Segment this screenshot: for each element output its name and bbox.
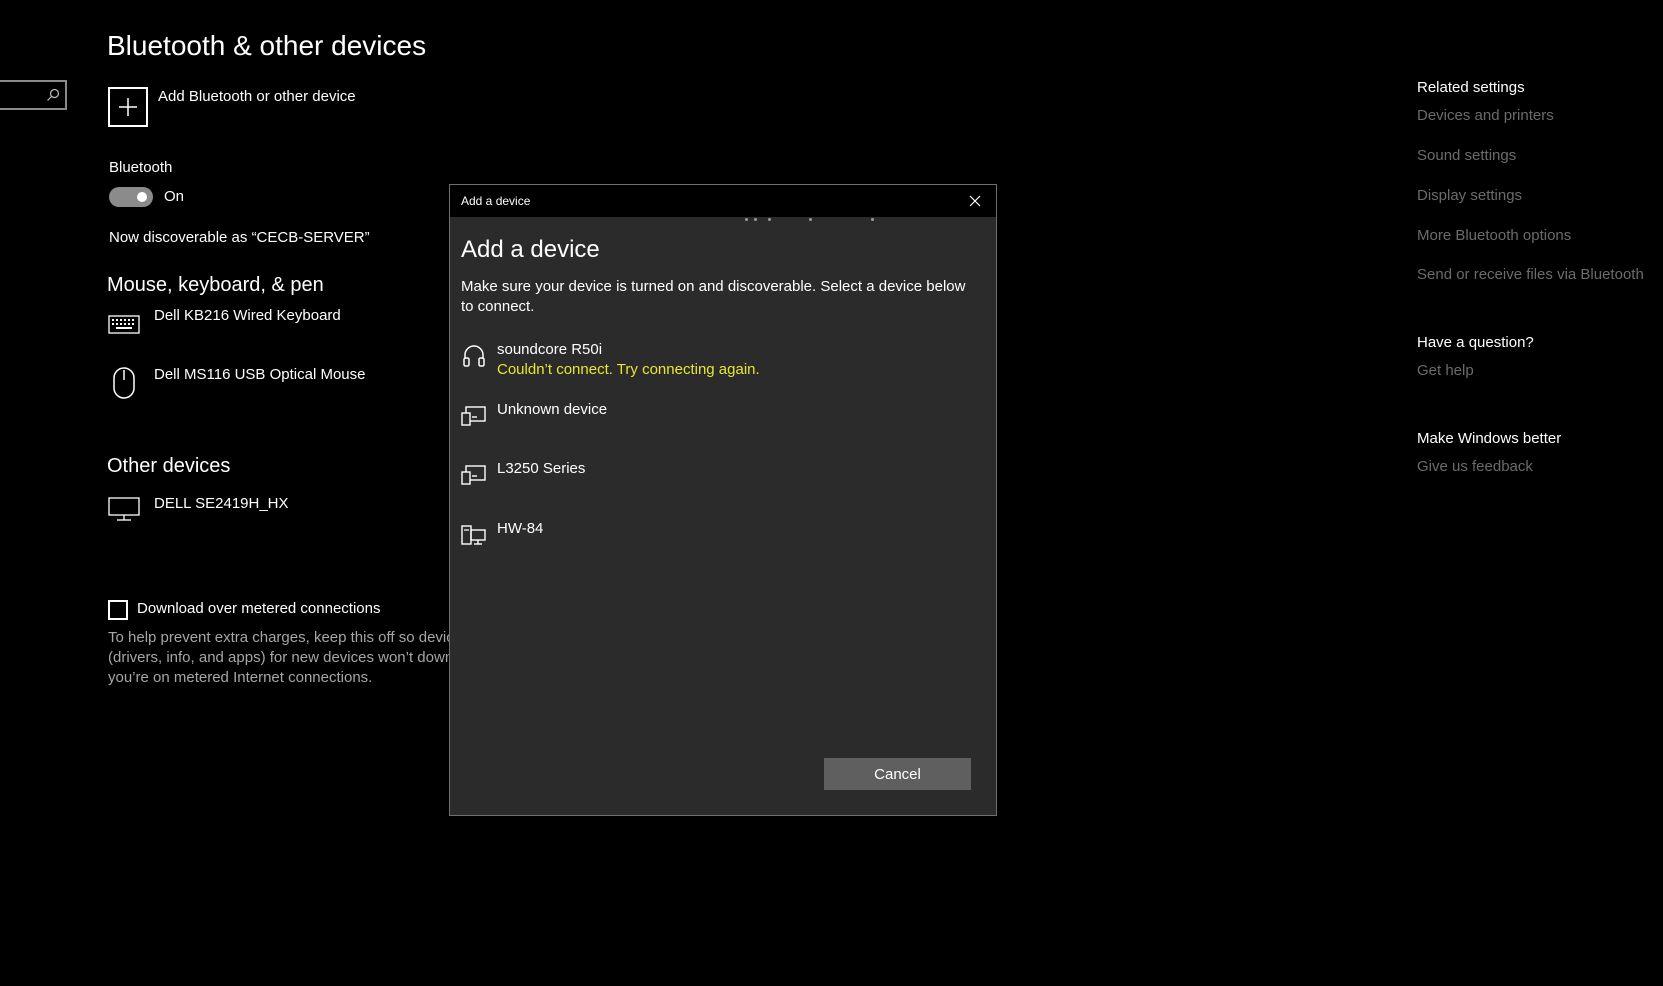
device-mouse[interactable]: Dell MS116 USB Optical Mouse (154, 366, 365, 383)
device-keyboard[interactable]: Dell KB216 Wired Keyboard (154, 307, 341, 324)
device-status: Couldn’t connect. Try connecting again. (497, 361, 760, 378)
link-sound-settings[interactable]: Sound settings (1417, 147, 1516, 164)
dialog-titlebar[interactable]: Add a device (450, 185, 996, 217)
better-title: Make Windows better (1417, 430, 1562, 447)
device-list-item[interactable]: soundcore R50i Couldn’t connect. Try con… (461, 341, 981, 381)
device-name: Unknown device (497, 401, 608, 418)
help-line: To help prevent extra charges, keep this… (108, 629, 453, 646)
link-display-settings[interactable]: Display settings (1417, 187, 1522, 204)
device-name: L3250 Series (497, 460, 586, 477)
question-title: Have a question? (1417, 334, 1534, 351)
network-device-icon (461, 525, 486, 545)
link-give-feedback[interactable]: Give us feedback (1417, 458, 1533, 475)
related-settings-title: Related settings (1417, 79, 1525, 96)
toggle-knob (137, 192, 147, 202)
bluetooth-label: Bluetooth (109, 159, 173, 176)
help-line: you’re on metered Internet connections. (108, 669, 373, 686)
dialog-description: Make sure your device is turned on and d… (461, 278, 966, 315)
device-list-item[interactable]: Unknown device (461, 401, 981, 441)
metered-help-text: To help prevent extra charges, keep this… (108, 628, 453, 688)
metered-checkbox[interactable] (108, 600, 128, 620)
search-box[interactable] (0, 80, 67, 110)
device-name: HW-84 (497, 520, 544, 537)
device-name: soundcore R50i (497, 341, 603, 358)
link-get-help[interactable]: Get help (1417, 362, 1474, 379)
discoverable-text: Now discoverable as “CECB-SERVER” (109, 229, 370, 246)
dialog-window-title: Add a device (461, 194, 531, 208)
link-send-receive-files[interactable]: Send or receive files via Bluetooth (1417, 266, 1644, 283)
device-monitor[interactable]: DELL SE2419H_HX (154, 495, 289, 512)
bluetooth-toggle[interactable] (109, 187, 153, 207)
settings-page: Bluetooth & other devices Add Bluetooth … (0, 0, 1663, 986)
mouse-icon (112, 366, 136, 400)
link-devices-printers[interactable]: Devices and printers (1417, 107, 1554, 124)
cancel-button[interactable]: Cancel (824, 758, 971, 790)
metered-checkbox-label[interactable]: Download over metered connections (137, 600, 380, 617)
progress-indicator (450, 217, 996, 223)
add-device-label[interactable]: Add Bluetooth or other device (158, 88, 356, 105)
close-icon[interactable] (968, 194, 982, 208)
monitor-icon (108, 496, 140, 522)
device-icon (461, 406, 486, 426)
add-device-button[interactable] (108, 87, 148, 127)
add-device-dialog: Add a device Add a device Make sure your… (449, 184, 997, 816)
keyboard-icon (108, 313, 140, 335)
other-devices-section-title: Other devices (107, 455, 231, 477)
page-title: Bluetooth & other devices (107, 30, 427, 61)
device-list-item[interactable]: HW-84 (461, 520, 981, 560)
device-list-item[interactable]: L3250 Series (461, 460, 981, 500)
plus-icon (119, 98, 137, 116)
mouse-keyboard-section-title: Mouse, keyboard, & pen (107, 274, 324, 296)
help-line: (drivers, info, and apps) for new device… (108, 649, 453, 666)
device-icon (461, 465, 486, 485)
dialog-heading: Add a device (461, 236, 600, 263)
bluetooth-state: On (164, 188, 185, 205)
headphones-icon (463, 345, 485, 367)
search-icon (47, 88, 60, 101)
link-more-bluetooth[interactable]: More Bluetooth options (1417, 227, 1571, 244)
